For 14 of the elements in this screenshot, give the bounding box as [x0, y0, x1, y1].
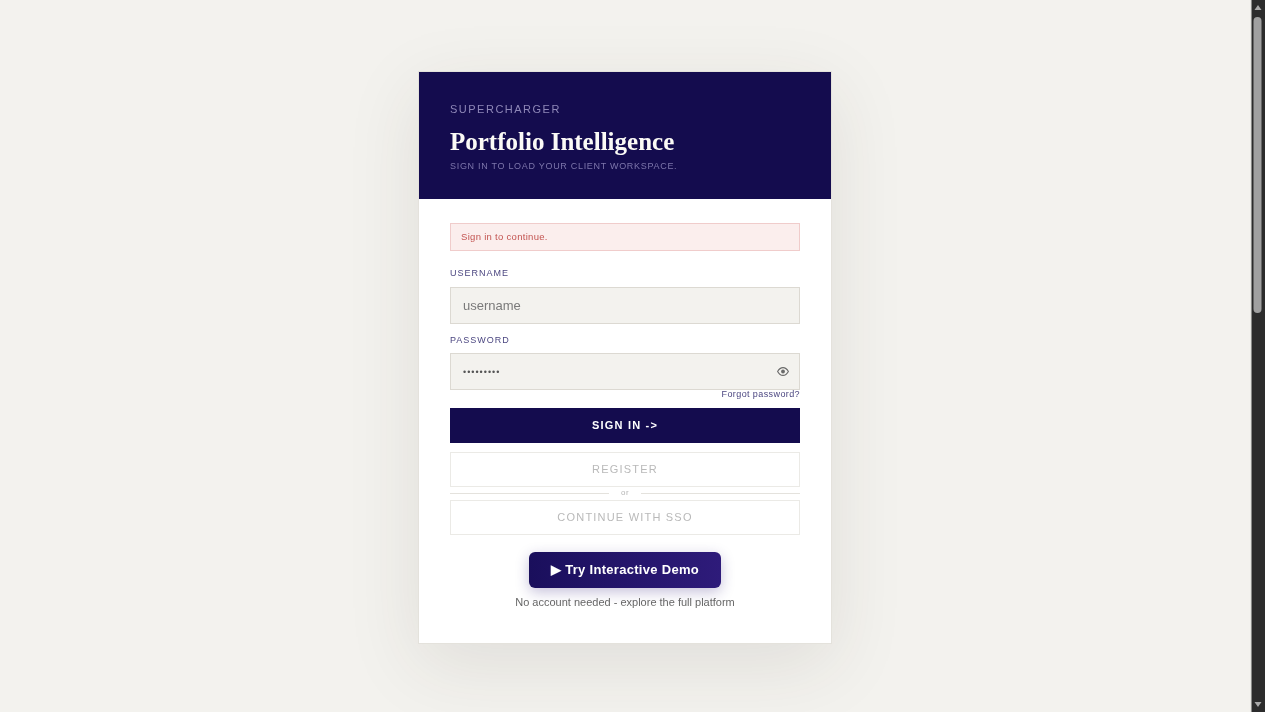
subtitle: SIGN IN TO LOAD YOUR CLIENT WORKSPACE.	[450, 160, 679, 172]
eye-icon[interactable]	[777, 367, 789, 376]
demo-button[interactable]: ▶ Try Interactive Demo	[529, 552, 721, 588]
demo-caption: No account needed - explore the full platform	[514, 595, 736, 609]
scrollbar[interactable]	[1250, 0, 1265, 712]
sign-in-button[interactable]: SIGN IN ->	[450, 408, 800, 443]
password-label: PASSWORD	[450, 334, 511, 346]
app-title: Portfolio Intelligence	[450, 127, 676, 157]
username-label: USERNAME	[450, 267, 510, 279]
password-field[interactable]: •••••••••	[450, 353, 800, 390]
brand-label: SUPERCHARGER	[450, 102, 562, 116]
forgot-password-link[interactable]: Forgot password?	[721, 389, 800, 399]
error-alert: Sign in to continue.	[450, 223, 800, 251]
username-field[interactable]: username	[450, 287, 800, 324]
